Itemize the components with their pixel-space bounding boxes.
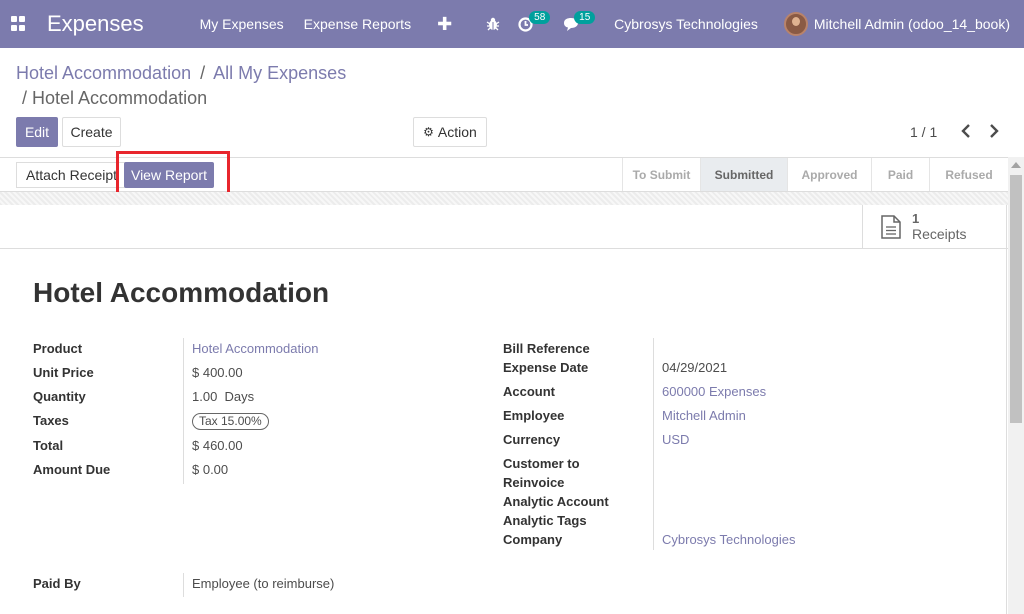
label-paid-by: Paid By <box>33 576 81 591</box>
left-group-divider <box>183 338 184 484</box>
label-quantity: Quantity <box>33 389 86 404</box>
expense-title: Hotel Accommodation <box>33 277 330 308</box>
user-avatar[interactable] <box>783 12 808 36</box>
sheet-background-strip <box>0 192 1008 205</box>
label-product: Product <box>33 341 83 356</box>
stage-submitted[interactable]: Submitted <box>700 158 787 191</box>
edit-button[interactable]: Edit <box>16 117 58 147</box>
activity-menu[interactable]: 58 <box>518 10 551 32</box>
value-quantity: 1.00 Days <box>192 389 255 404</box>
value-expense-date: 04/29/2021 <box>662 360 728 375</box>
value-total: $ 460.00 <box>192 438 243 453</box>
receipts-count: 1 <box>912 211 920 226</box>
pager-value[interactable]: 1 / 1 <box>910 124 937 140</box>
value-employee[interactable]: Mitchell Admin <box>662 406 746 425</box>
messaging-menu[interactable]: 15 <box>563 10 596 32</box>
label-total: Total <box>33 438 64 453</box>
document-icon <box>881 214 901 239</box>
value-currency[interactable]: USD <box>662 430 689 449</box>
chevron-right-icon[interactable] <box>986 120 1002 142</box>
action-label: Action <box>437 124 477 140</box>
scroll-up-arrow-icon[interactable] <box>1011 162 1021 168</box>
attach-receipt-button[interactable]: Attach Receipt <box>16 162 128 188</box>
value-unit-price: $ 400.00 <box>192 365 243 380</box>
label-bill-reference: Bill Reference <box>503 341 590 356</box>
company-switcher[interactable]: Cybrosys Technologies <box>614 16 758 32</box>
breadcrumb-current-row: / Hotel Accommodation <box>22 87 207 109</box>
navbar-systray: 58 15 Cybrosys Technologies Mitchell Adm… <box>486 0 1010 48</box>
apps-menu-icon[interactable] <box>11 16 27 32</box>
label-unit-price: Unit Price <box>33 365 94 380</box>
scrollbar-thumb[interactable] <box>1010 175 1022 423</box>
chevron-left-icon[interactable] <box>958 120 974 142</box>
button-box: 1 Receipts <box>0 205 1008 249</box>
label-amount-due: Amount Due <box>33 462 111 477</box>
plus-icon[interactable]: ✚ <box>437 14 452 35</box>
bug-icon[interactable] <box>486 17 500 31</box>
stage-refused[interactable]: Refused <box>929 158 1008 191</box>
stage-paid[interactable]: Paid <box>871 158 929 191</box>
create-button[interactable]: Create <box>62 117 121 147</box>
menu-my-expenses[interactable]: My Expenses <box>200 16 284 32</box>
label-taxes: Taxes <box>33 413 69 428</box>
receipts-label: Receipts <box>912 226 967 242</box>
user-menu[interactable]: Mitchell Admin (odoo_14_book) <box>814 16 1010 32</box>
paid-by-divider <box>183 573 184 597</box>
label-analytic-tags: Analytic Tags <box>503 513 587 528</box>
stage-to-submit[interactable]: To Submit <box>622 158 700 191</box>
label-currency: Currency <box>503 432 561 447</box>
receipts-smart-button[interactable]: 1 Receipts <box>862 205 1008 248</box>
app-brand[interactable]: Expenses <box>47 11 144 37</box>
breadcrumb: Hotel Accommodation / All My Expenses <box>16 60 346 87</box>
status-stages: To Submit Submitted Approved Paid Refuse… <box>622 158 1008 191</box>
menu-expense-reports[interactable]: Expense Reports <box>304 16 411 32</box>
value-amount-due: $ 0.00 <box>192 462 229 477</box>
label-customer-reinvoice: Customer to Reinvoice <box>503 456 580 490</box>
top-navbar: Expenses My Expenses Expense Reports ✚ 5… <box>0 0 1024 48</box>
value-company[interactable]: Cybrosys Technologies <box>662 530 795 549</box>
value-account[interactable]: 600000 Expenses <box>662 382 766 401</box>
label-account: Account <box>503 384 555 399</box>
tax-tag: Tax 15.00% <box>192 413 269 430</box>
action-button[interactable]: ⚙ Action <box>413 117 487 147</box>
activity-badge: 58 <box>529 10 551 24</box>
messages-badge: 15 <box>574 10 596 24</box>
label-company: Company <box>503 532 563 547</box>
breadcrumb-separator: / <box>22 88 33 108</box>
breadcrumb-separator: / <box>200 63 206 83</box>
right-group-divider <box>653 338 654 550</box>
sheet-right-border <box>1006 205 1007 614</box>
gear-icon: ⚙ <box>423 125 434 139</box>
receipts-text: 1 Receipts <box>912 211 966 242</box>
breadcrumb-item-all-expenses[interactable]: All My Expenses <box>213 63 346 83</box>
value-product[interactable]: Hotel Accommodation <box>192 339 318 358</box>
label-expense-date: Expense Date <box>503 360 589 375</box>
stage-approved[interactable]: Approved <box>787 158 871 191</box>
taxes-value: Tax 15.00% <box>192 411 269 430</box>
label-analytic-account: Analytic Account <box>503 494 609 509</box>
breadcrumb-item-hotel[interactable]: Hotel Accommodation <box>16 63 191 83</box>
breadcrumb-current: Hotel Accommodation <box>32 88 208 108</box>
label-employee: Employee <box>503 408 565 423</box>
value-paid-by: Employee (to reimburse) <box>192 576 335 591</box>
